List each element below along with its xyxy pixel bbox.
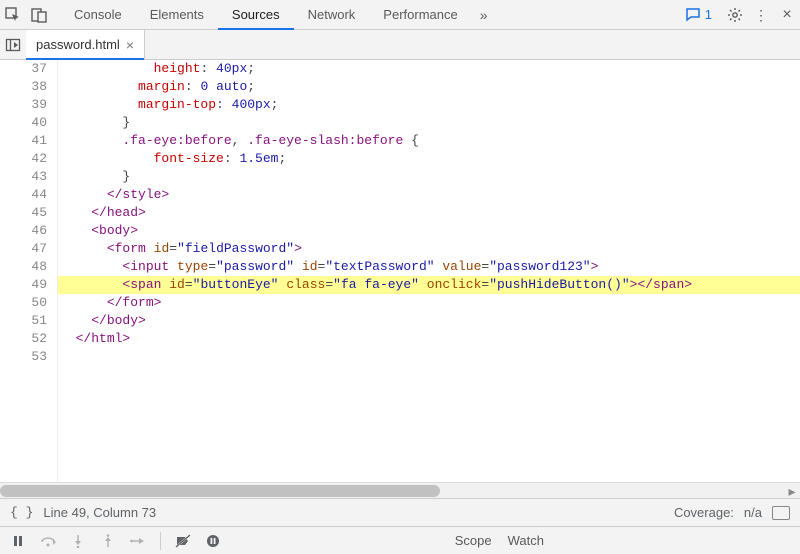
line-number[interactable]: 44 (0, 186, 47, 204)
tab-sources[interactable]: Sources (218, 0, 294, 29)
code-line[interactable]: </head> (58, 204, 800, 222)
line-number[interactable]: 37 (0, 60, 47, 78)
code-line[interactable]: </form> (58, 294, 800, 312)
messages-button[interactable]: 1 (675, 7, 722, 23)
deactivate-breakpoints-icon[interactable] (171, 529, 195, 553)
file-tab-label: password.html (36, 37, 120, 52)
pretty-print-button[interactable]: { } (10, 505, 33, 520)
code-line[interactable]: font-size: 1.5em; (58, 150, 800, 168)
line-number[interactable]: 45 (0, 204, 47, 222)
code-line[interactable]: <body> (58, 222, 800, 240)
tab-elements[interactable]: Elements (136, 0, 218, 29)
code-line[interactable]: margin: 0 auto; (58, 78, 800, 96)
tab-console[interactable]: Console (60, 0, 136, 29)
code-line[interactable]: .fa-eye:before, .fa-eye-slash:before { (58, 132, 800, 150)
line-number[interactable]: 53 (0, 348, 47, 366)
code-line[interactable]: } (58, 168, 800, 186)
step-into-icon[interactable] (66, 529, 90, 553)
source-editor[interactable]: 3738394041424344454647484950515253 heigh… (0, 60, 800, 482)
coverage-value: n/a (744, 505, 762, 520)
code-line[interactable]: <input type="password" id="textPassword"… (58, 258, 800, 276)
coverage-toggle-icon[interactable] (772, 506, 790, 520)
code-line[interactable]: </style> (58, 186, 800, 204)
tab-performance[interactable]: Performance (369, 0, 471, 29)
code-line[interactable]: margin-top: 400px; (58, 96, 800, 114)
code-line[interactable]: height: 40px; (58, 60, 800, 78)
line-number[interactable]: 47 (0, 240, 47, 258)
line-number[interactable]: 49 (0, 276, 47, 294)
line-number[interactable]: 40 (0, 114, 47, 132)
kebab-menu-icon[interactable]: ⋮ (748, 2, 774, 28)
line-number[interactable]: 42 (0, 150, 47, 168)
more-tabs-chevron-icon[interactable]: » (472, 8, 496, 22)
message-icon (685, 7, 701, 23)
pause-on-exceptions-icon[interactable] (201, 529, 225, 553)
debugger-toolbar: Scope Watch (0, 526, 800, 554)
line-number[interactable]: 50 (0, 294, 47, 312)
settings-gear-icon[interactable] (722, 2, 748, 28)
code-line[interactable] (58, 348, 800, 366)
toolbar-divider (160, 532, 161, 550)
line-number[interactable]: 48 (0, 258, 47, 276)
scroll-right-arrow-icon[interactable]: ▸ (784, 483, 800, 499)
line-number[interactable]: 52 (0, 330, 47, 348)
tab-network[interactable]: Network (294, 0, 370, 29)
tab-watch[interactable]: Watch (508, 533, 544, 548)
pause-button-icon[interactable] (6, 529, 30, 553)
line-number[interactable]: 39 (0, 96, 47, 114)
code-line[interactable]: } (58, 114, 800, 132)
line-number[interactable]: 46 (0, 222, 47, 240)
line-number[interactable]: 41 (0, 132, 47, 150)
code-line[interactable]: </body> (58, 312, 800, 330)
file-tab-bar: password.html × (0, 30, 800, 60)
editor-status-bar: { } Line 49, Column 73 Coverage: n/a (0, 498, 800, 526)
line-number[interactable]: 38 (0, 78, 47, 96)
step-over-icon[interactable] (36, 529, 60, 553)
message-count: 1 (705, 7, 712, 22)
horizontal-scrollbar[interactable]: ◂ ▸ (0, 482, 800, 498)
inspect-element-icon[interactable] (0, 2, 26, 28)
close-file-tab-icon[interactable]: × (126, 38, 134, 52)
line-number-gutter: 3738394041424344454647484950515253 (0, 60, 58, 482)
code-line[interactable]: <form id="fieldPassword"> (58, 240, 800, 258)
step-out-icon[interactable] (96, 529, 120, 553)
file-tab-password-html[interactable]: password.html × (26, 30, 145, 59)
code-line[interactable]: </html> (58, 330, 800, 348)
step-icon[interactable] (126, 529, 150, 553)
device-toolbar-icon[interactable] (26, 2, 52, 28)
scrollbar-thumb[interactable] (0, 485, 440, 497)
line-number[interactable]: 43 (0, 168, 47, 186)
line-number[interactable]: 51 (0, 312, 47, 330)
sources-navigator-toggle-icon[interactable] (0, 32, 26, 58)
code-content[interactable]: height: 40px; margin: 0 auto; margin-top… (58, 60, 800, 482)
debugger-panel-tabs: Scope Watch (445, 533, 794, 548)
code-line[interactable]: <span id="buttonEye" class="fa fa-eye" o… (58, 276, 800, 294)
devtools-toolbar: Console Elements Sources Network Perform… (0, 0, 800, 30)
panel-tabs: Console Elements Sources Network Perform… (52, 0, 675, 29)
cursor-position: Line 49, Column 73 (43, 505, 156, 520)
tab-scope[interactable]: Scope (455, 533, 492, 548)
close-devtools-icon[interactable]: × (774, 2, 800, 28)
coverage-label: Coverage: (674, 505, 734, 520)
